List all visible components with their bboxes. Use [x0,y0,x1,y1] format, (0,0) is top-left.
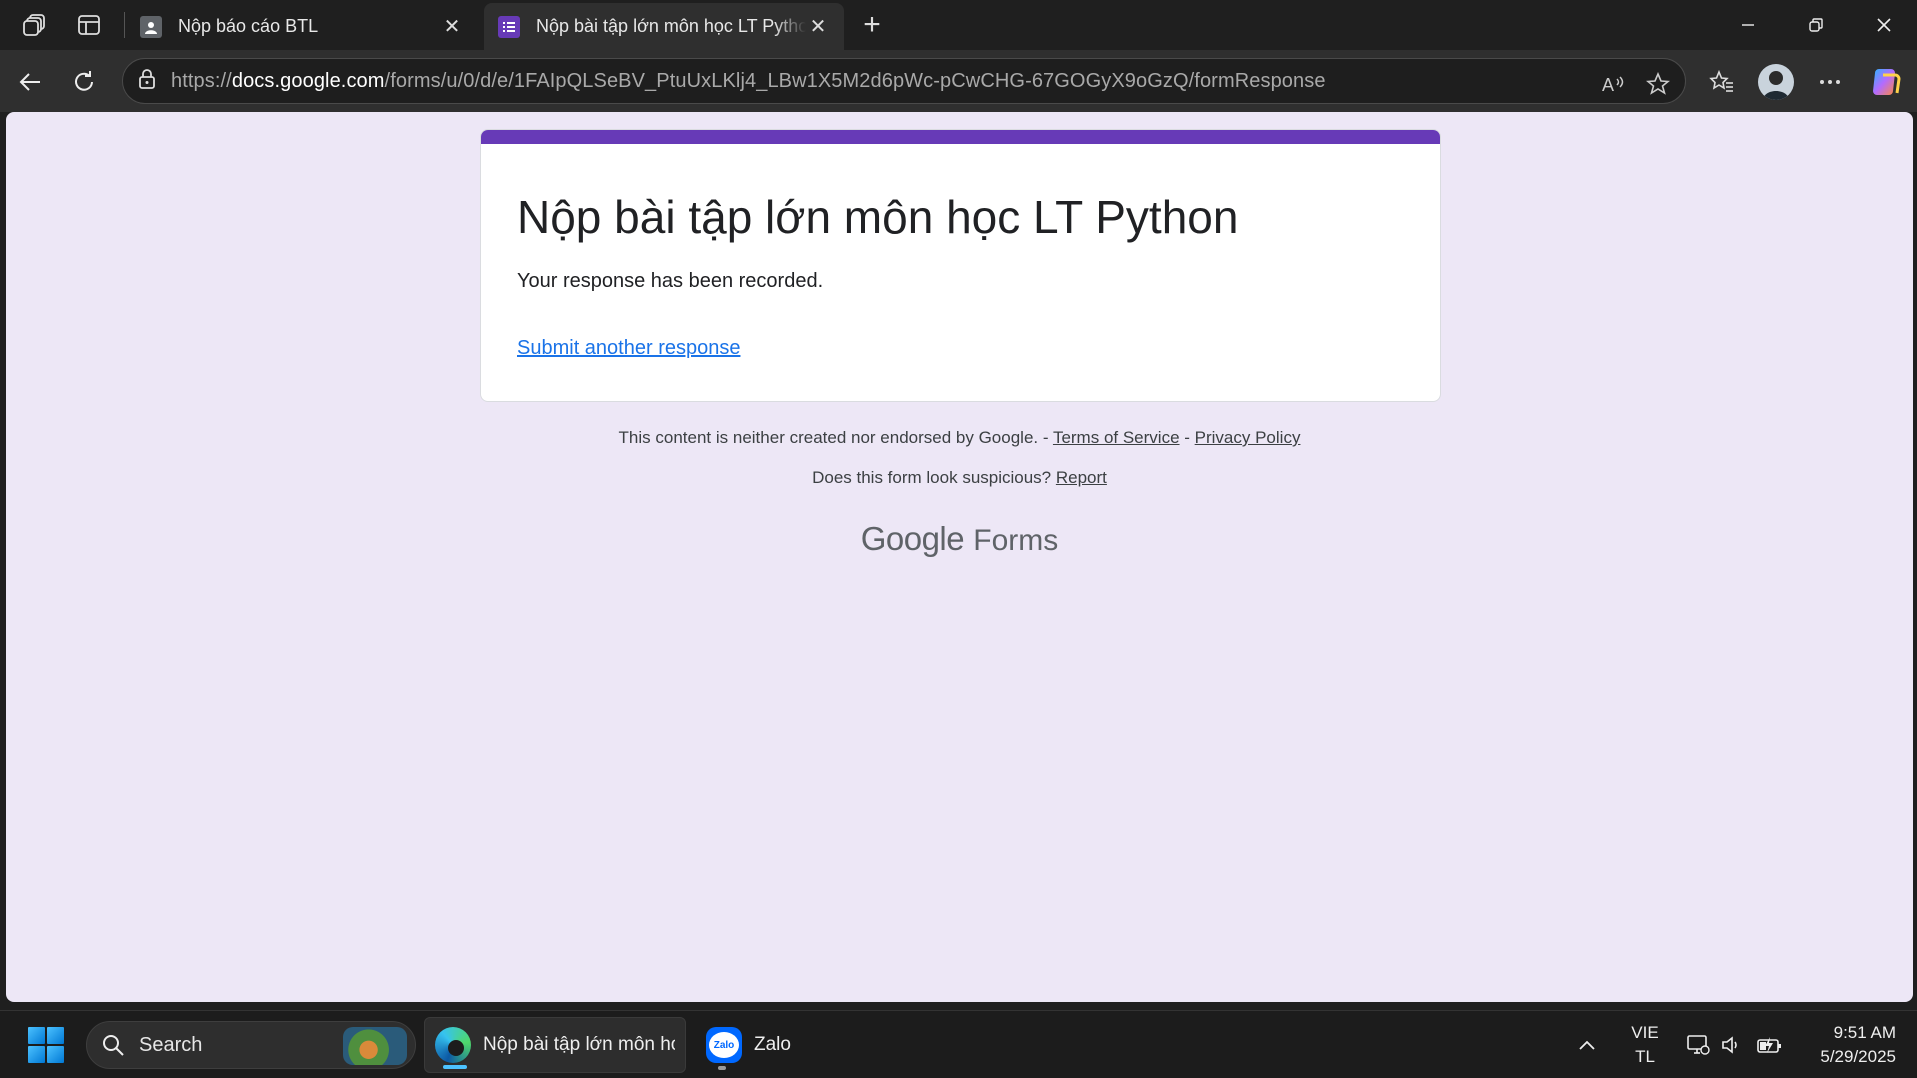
forms-wordmark: Forms [973,524,1059,557]
more-options-icon[interactable] [1812,64,1848,100]
report-link[interactable]: Report [1056,468,1107,487]
running-app-indicator [718,1066,726,1070]
edge-icon [435,1027,471,1063]
tab-separator [124,12,125,38]
zalo-icon: Zalo [706,1027,742,1063]
battery-charging-icon[interactable] [1752,1011,1788,1078]
search-highlight-image [343,1027,407,1065]
form-title: Nộp bài tập lớn môn học LT Python [517,191,1239,243]
windows-start-icon[interactable] [28,1027,64,1063]
footer-separator: - [1179,428,1195,447]
read-aloud-icon[interactable]: A [1597,67,1631,101]
classroom-icon [140,15,162,38]
clock[interactable]: 9:51 AM 5/29/2025 [1796,1011,1896,1078]
footer-report: Does this form look suspicious? Report [6,468,1913,488]
taskbar-search[interactable]: Search [86,1021,416,1069]
privacy-policy-link[interactable]: Privacy Policy [1195,428,1301,447]
taskbar-app-label: Nộp bài tập lớn môn học [483,1034,675,1055]
close-tab-icon[interactable]: ✕ [440,15,464,39]
title-bar: Nộp báo cáo BTL ✕ Nộp bài tập lớn môn họ… [0,0,1917,50]
clock-time: 9:51 AM [1833,1023,1896,1042]
minimize-button[interactable] [1714,0,1782,50]
google-wordmark: Google [860,520,965,557]
url-scheme: https:// [171,69,232,92]
language-code: VIE [1631,1023,1659,1042]
tab-actions-icon[interactable] [72,8,106,42]
browser-toolbar: https://docs.google.com/forms/u/0/d/e/1F… [0,50,1917,112]
url-host: docs.google.com [231,69,385,92]
language-indicator[interactable]: VIE TL [1620,1011,1670,1078]
confirmation-message: Your response has been recorded. [517,270,824,292]
active-app-indicator [443,1065,467,1069]
page-viewport: Nộp bài tập lớn môn học LT Python Your r… [6,112,1913,1002]
network-icon[interactable] [1680,1011,1716,1078]
google-forms-logo[interactable]: Google Forms [6,520,1913,558]
disclaimer-text: This content is neither created nor endo… [618,428,1053,447]
submit-another-response-link[interactable]: Submit another response [517,337,740,360]
close-tab-icon[interactable]: ✕ [806,15,830,39]
search-label: Search [139,1033,203,1056]
workspaces-icon[interactable] [18,8,52,42]
footer-disclaimer: This content is neither created nor endo… [6,428,1913,448]
taskbar-app-edge[interactable]: Nộp bài tập lớn môn học [424,1017,686,1073]
lock-icon[interactable] [137,68,157,95]
svg-text:A: A [1602,75,1614,95]
tab-nop-bai-tap[interactable]: Nộp bài tập lớn môn học LT Python ✕ [484,3,844,50]
taskbar-app-label: Zalo [754,1034,791,1055]
clock-date: 5/29/2025 [1820,1047,1896,1066]
url-path: /forms/u/0/d/e/1FAIpQLSeBV_PtuUxLKlj4_LB… [384,69,1326,92]
back-button[interactable] [10,62,50,102]
show-hidden-icons-chevron-icon[interactable] [1570,1011,1604,1078]
favorite-star-icon[interactable] [1641,67,1675,101]
search-icon [103,1035,124,1056]
suspicious-text: Does this form look suspicious? [812,468,1056,487]
taskbar-app-zalo[interactable]: Zalo Zalo [696,1017,806,1073]
tab-nop-bao-cao[interactable]: Nộp báo cáo BTL ✕ [126,3,478,50]
url-text[interactable]: https://docs.google.com/forms/u/0/d/e/1F… [171,70,1326,93]
restore-button[interactable] [1782,0,1850,50]
new-tab-button[interactable]: + [855,8,889,42]
input-method: TL [1635,1047,1655,1066]
terms-of-service-link[interactable]: Terms of Service [1053,428,1180,447]
profile-avatar[interactable] [1758,64,1794,100]
form-confirmation-card: Nộp bài tập lớn môn học LT Python Your r… [480,129,1441,402]
volume-icon[interactable] [1716,1011,1748,1078]
tab-title: Nộp bài tập lớn môn học LT Python [536,16,806,36]
form-accent-bar [481,130,1440,144]
tab-title: Nộp báo cáo BTL [178,16,319,36]
address-bar[interactable]: https://docs.google.com/forms/u/0/d/e/1F… [122,58,1686,104]
forms-icon [498,15,520,38]
refresh-button[interactable] [64,62,104,102]
copilot-icon[interactable] [1868,64,1904,100]
favorites-icon[interactable] [1704,64,1740,100]
close-window-button[interactable] [1850,0,1917,50]
taskbar: Search Nộp bài tập lớn môn học Zalo Zalo… [0,1010,1917,1078]
zalo-icon-text: Zalo [709,1032,739,1058]
